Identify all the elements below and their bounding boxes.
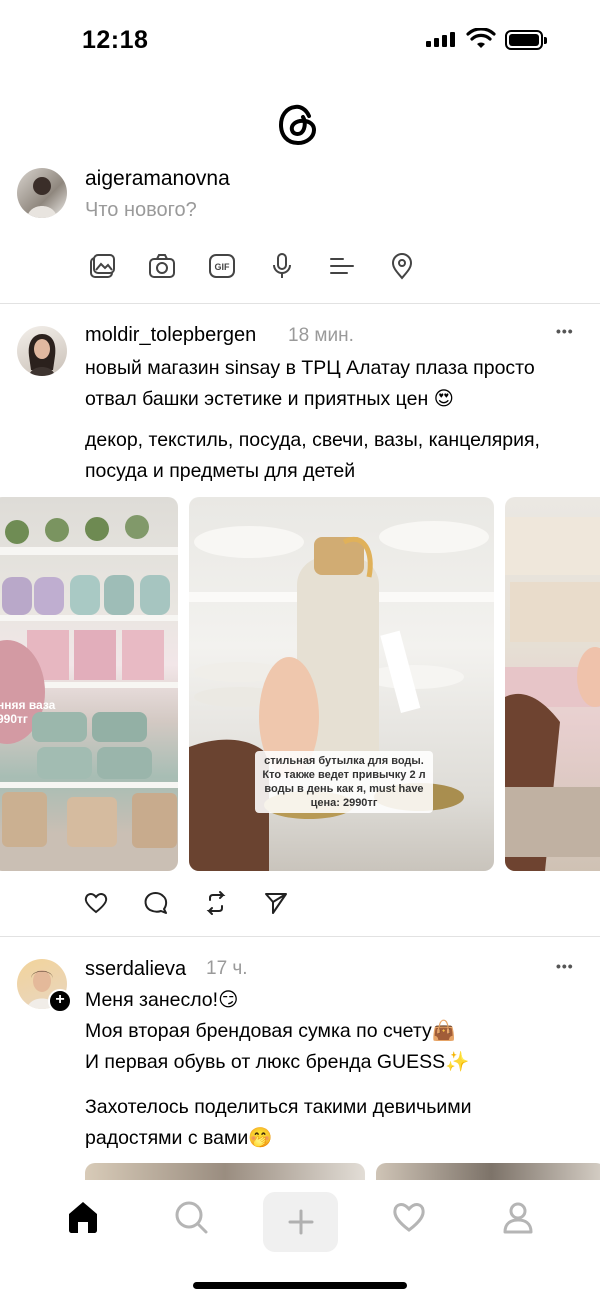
camera-icon[interactable]	[146, 250, 178, 282]
comment-icon[interactable]	[143, 890, 169, 916]
post-text: И первая обувь от люкс бренда GUESS✨	[85, 1051, 470, 1073]
divider	[0, 303, 600, 304]
repost-icon[interactable]	[203, 890, 229, 916]
tab-search[interactable]	[166, 1192, 216, 1242]
vases-shelf-graphic	[0, 515, 178, 848]
tab-profile[interactable]	[493, 1192, 543, 1242]
post-text: новый магазин sinsay в ТРЦ Алатау плаза …	[85, 357, 535, 410]
composer-username: aigeramanovna	[85, 167, 230, 190]
post-text: Меня занесло!😏	[85, 989, 239, 1011]
organizers-photo-graphic	[505, 517, 600, 871]
follow-plus-icon[interactable]: +	[48, 989, 72, 1013]
avatar[interactable]	[17, 326, 67, 376]
post-image[interactable]: стильная бутылка для воды. Кто также вед…	[189, 497, 494, 871]
post-text: Моя вторая брендовая сумка по счету👜	[85, 1020, 457, 1042]
share-icon[interactable]	[263, 890, 289, 916]
divider	[0, 936, 600, 937]
wifi-icon	[466, 28, 496, 48]
plus-icon	[288, 1209, 313, 1235]
tab-new-post[interactable]	[263, 1192, 338, 1252]
bottle-photo-graphic	[189, 521, 494, 871]
battery-icon	[505, 30, 547, 50]
post-image[interactable]	[505, 497, 600, 871]
cellular-signal-icon	[426, 32, 455, 47]
location-icon[interactable]	[386, 250, 418, 282]
status-bar: 12:18	[0, 0, 600, 80]
like-icon[interactable]	[83, 890, 109, 916]
heart-icon	[393, 1203, 425, 1232]
post-username[interactable]: moldir_tolepbergen	[85, 324, 256, 347]
post-username[interactable]: sserdalieva	[85, 958, 186, 981]
gif-icon[interactable]: GIF	[206, 250, 238, 282]
post-text: декор, текстиль, посуда, свечи, вазы, ка…	[85, 429, 540, 482]
list-icon[interactable]	[326, 250, 358, 282]
image-caption: нняя ваза 990тг	[0, 698, 56, 726]
composer-placeholder[interactable]: Что нового?	[85, 199, 197, 222]
tab-activity[interactable]	[384, 1192, 434, 1242]
post-actions	[83, 890, 289, 916]
avatar[interactable]	[17, 168, 67, 218]
home-indicator	[193, 1282, 407, 1289]
tab-home[interactable]	[58, 1192, 108, 1242]
post-image[interactable]: нняя ваза 990тг	[0, 497, 178, 871]
status-time: 12:18	[82, 26, 149, 54]
gallery-icon[interactable]	[86, 250, 118, 282]
threads-logo-icon[interactable]	[276, 102, 322, 148]
post-time: 17 ч.	[206, 958, 248, 979]
post-text: Захотелось поделиться такими девичьими р…	[85, 1096, 472, 1149]
composer-tools: GIF	[86, 250, 418, 282]
more-options-icon[interactable]: •••	[556, 958, 574, 974]
post-time: 18 мин.	[288, 325, 354, 346]
profile-icon	[503, 1202, 533, 1234]
home-icon	[69, 1202, 97, 1233]
more-options-icon[interactable]: •••	[556, 323, 574, 339]
search-icon	[175, 1201, 208, 1234]
mic-icon[interactable]	[266, 250, 298, 282]
image-caption: стильная бутылка для воды. Кто также вед…	[255, 751, 433, 813]
svg-text:GIF: GIF	[215, 262, 231, 272]
